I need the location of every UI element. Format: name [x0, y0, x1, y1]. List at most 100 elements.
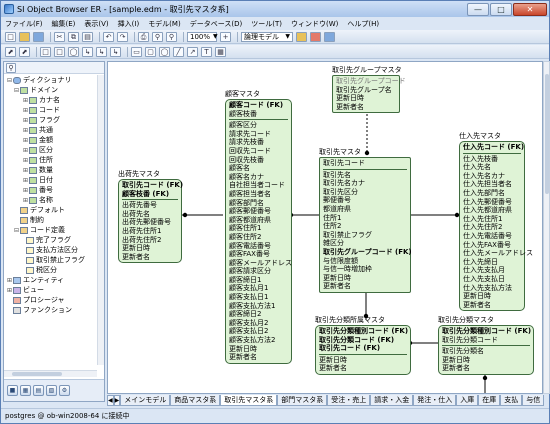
entity-attribute[interactable]: 顧客名	[229, 164, 288, 173]
tab-payment[interactable]: 支払	[500, 395, 523, 406]
diagram-view-icon[interactable]: ▧	[46, 385, 57, 396]
scroll-thumb[interactable]	[12, 372, 62, 376]
entity-attribute[interactable]: 与信一時増加枠	[323, 265, 407, 274]
paste-icon[interactable]: ▤	[82, 31, 93, 42]
entity-attribute[interactable]: 更新者名	[323, 282, 407, 291]
entity-attribute[interactable]: 仕入先枝番	[463, 155, 521, 164]
expand-plus-icon[interactable]: ⊞	[22, 157, 29, 164]
entity-attribute[interactable]: 顧客締日2	[229, 310, 288, 319]
reverse-engineer-icon[interactable]	[310, 31, 321, 42]
tab-main-model[interactable]: メインモデル	[120, 395, 171, 406]
tree-item-domain-name[interactable]: ⊞ 名称	[22, 195, 53, 205]
entity-attribute[interactable]: 仕入先メールアドレス	[463, 249, 533, 258]
expand-plus-icon[interactable]: ⊞	[6, 277, 13, 284]
tree-item-domain-date[interactable]: ⊞ 日付	[22, 175, 53, 185]
expand-minus-icon[interactable]: ⊟	[13, 87, 20, 94]
expand-plus-icon[interactable]: ⊞	[22, 97, 29, 104]
expand-plus-icon[interactable]: ⊞	[22, 107, 29, 114]
entity-attribute[interactable]: 更新日時	[463, 292, 521, 301]
entity-attribute[interactable]: 出荷先住所2	[122, 236, 178, 245]
scroll-thumb[interactable]	[545, 74, 549, 194]
open-folder-icon[interactable]	[19, 31, 30, 42]
entity-attribute[interactable]: 更新日時	[336, 94, 396, 103]
entity-attribute[interactable]: 取引先分類種別コード (FK)	[442, 327, 531, 336]
pointer-icon[interactable]: ⬈	[5, 46, 16, 57]
menu-view[interactable]: 表示(V)	[84, 19, 108, 29]
entity-attribute[interactable]: 仕入先FAX番号	[463, 241, 521, 250]
dictionary-view-icon[interactable]: ■	[7, 385, 18, 396]
tree-item-code-payment-method[interactable]: 支払方法区分	[26, 245, 78, 255]
tab-credit[interactable]: 与信	[522, 395, 545, 406]
expand-plus-icon[interactable]: ⊞	[22, 147, 29, 154]
tree-item-entity[interactable]: ⊞ エンティティ	[6, 275, 64, 285]
tree-item-domain[interactable]: ⊟ ドメイン	[13, 85, 58, 95]
minimize-button[interactable]: —	[467, 2, 489, 16]
tab-orders-sales[interactable]: 受注・売上	[327, 395, 371, 406]
image-icon[interactable]: ▦	[215, 46, 226, 57]
tab-billing-payment[interactable]: 請求・入金	[370, 395, 414, 406]
entity-attribute[interactable]: 出荷先住所1	[122, 227, 178, 236]
entity-attribute[interactable]: 与信限度額	[323, 257, 407, 266]
zoom-in-icon[interactable]: +	[220, 31, 231, 42]
entity-attribute[interactable]: 雑区分	[323, 239, 407, 248]
entity-attribute[interactable]: 仕入先郵便番号	[463, 198, 521, 207]
tab-inventory[interactable]: 在庫	[478, 395, 501, 406]
entity-attribute[interactable]: 顧客区分	[229, 121, 288, 130]
entity-attribute[interactable]: 顧客部門名	[229, 199, 288, 208]
entity-attribute[interactable]: 出荷先番号	[122, 201, 178, 210]
expand-plus-icon[interactable]: ⊞	[22, 187, 29, 194]
menu-insert[interactable]: 挿入(I)	[118, 19, 140, 29]
entity-attribute[interactable]: 回収先コード	[229, 147, 288, 156]
arrow-line-icon[interactable]: ↗	[187, 46, 198, 57]
entity-attribute[interactable]: 顧客支払方法1	[229, 302, 288, 311]
entity-attribute[interactable]: 取引先名カナ	[323, 179, 407, 188]
settings-view-icon[interactable]: ⚙	[59, 385, 70, 396]
view-entity-icon[interactable]: □	[54, 46, 65, 57]
entity-attribute[interactable]: 顧客請求区分	[229, 267, 288, 276]
entity-attribute[interactable]: 取引先グループコード (FK)	[323, 248, 412, 257]
relation-identifying-icon[interactable]: ↳	[82, 46, 93, 57]
expand-plus-icon[interactable]: ⊞	[22, 177, 29, 184]
relation-many-icon[interactable]: ↳	[110, 46, 121, 57]
tree-item-domain-address[interactable]: ⊞ 住所	[22, 155, 53, 165]
expand-plus-icon[interactable]: ⊞	[22, 137, 29, 144]
model-type-select[interactable]: 論理モデル ▼	[241, 31, 293, 42]
model-view-icon[interactable]: ▦	[20, 385, 31, 396]
entity-attribute[interactable]: 顧客支払方法2	[229, 336, 288, 345]
tree-item-code-definition[interactable]: ⊟ コード定義	[13, 225, 65, 235]
menu-database[interactable]: データベース(D)	[190, 19, 243, 29]
redo-icon[interactable]: ↷	[117, 31, 128, 42]
menu-file[interactable]: ファイル(F)	[5, 19, 43, 29]
entity-attribute[interactable]: 仕入先担当者名	[463, 180, 521, 189]
entity-attribute[interactable]: 仕入先住所2	[463, 223, 521, 232]
entity-attribute[interactable]: 取引先コード (FK)	[319, 344, 407, 353]
entity-attribute[interactable]: 仕入先支払日	[463, 275, 521, 284]
tab-scroll-left-icon[interactable]: ◀	[107, 395, 114, 406]
text-icon[interactable]: T	[201, 46, 212, 57]
entity-attribute[interactable]: 顧客電話番号	[229, 242, 288, 251]
entity-attribute[interactable]: 更新者名	[122, 253, 178, 262]
rectangle-icon[interactable]: ▭	[131, 46, 142, 57]
entity-attribute[interactable]: 自社担当者コード	[229, 181, 288, 190]
tab-department-master[interactable]: 部門マスタ系	[277, 395, 328, 406]
tree-item-domain-code[interactable]: ⊞ コード	[22, 105, 60, 115]
entity-customer-master[interactable]: 顧客マスタ 顧客コード (FK) 顧客枝番 顧客区分 請求先コード 請求先枝番 …	[225, 90, 292, 364]
select-icon[interactable]: ⬈	[19, 46, 30, 57]
cut-icon[interactable]: ✂	[54, 31, 65, 42]
entity-attribute[interactable]: 仕入先部門名	[463, 189, 521, 198]
entity-view-icon[interactable]: ▤	[33, 385, 44, 396]
entity-attribute[interactable]: 顧客枝番	[229, 110, 288, 119]
entity-attribute[interactable]: 更新日時	[229, 345, 288, 354]
tree-item-default[interactable]: デフォルト	[20, 205, 65, 215]
entity-attribute[interactable]: 顧客コード (FK)	[229, 101, 288, 110]
save-icon[interactable]	[33, 31, 44, 42]
entity-attribute[interactable]: 取引先コード (FK)	[122, 181, 183, 190]
tree-item-view[interactable]: ⊞ ビュー	[6, 285, 44, 295]
tree-item-domain-category[interactable]: ⊞ 区分	[22, 145, 53, 155]
menu-window[interactable]: ウィンドウ(W)	[291, 19, 338, 29]
tree-item-domain-flag[interactable]: ⊞ フラグ	[22, 115, 60, 125]
rounded-rectangle-icon[interactable]: ▢	[145, 46, 156, 57]
ellipse-icon[interactable]: ◯	[159, 46, 170, 57]
line-icon[interactable]: ╱	[173, 46, 184, 57]
entity-attribute[interactable]: 更新者名	[319, 364, 407, 373]
